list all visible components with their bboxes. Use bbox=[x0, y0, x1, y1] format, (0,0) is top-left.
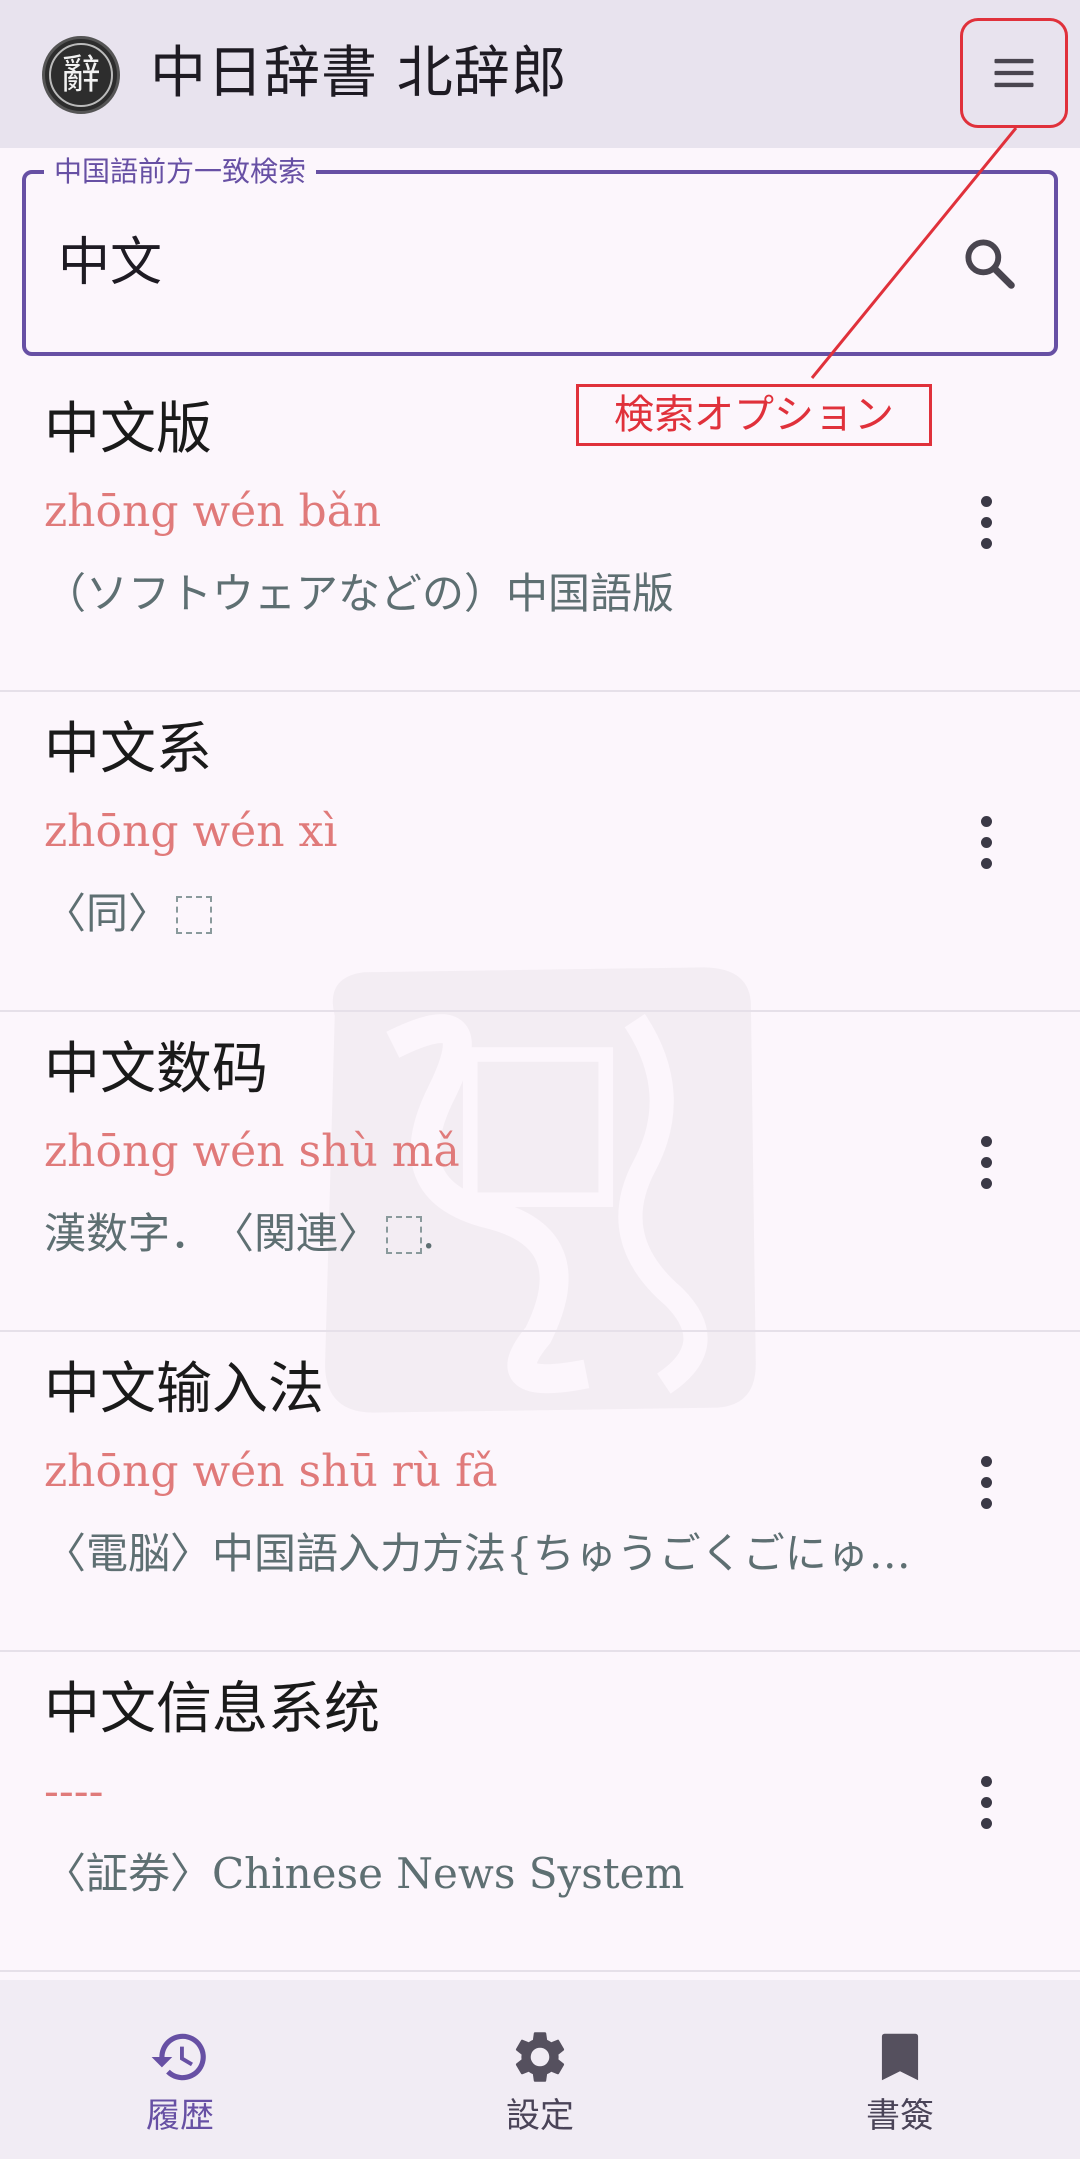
nav-history[interactable]: 履歴 bbox=[0, 1980, 360, 2159]
entry-meaning: （ソフトウェアなどの）中国語版 bbox=[44, 569, 675, 618]
nav-settings-label: 設定 bbox=[506, 2096, 574, 2136]
list-item[interactable]: 中文信息系统 ---- 〈証券〉Chinese News System bbox=[0, 1652, 1080, 1972]
entry-pinyin: zhōng wén bǎn bbox=[44, 486, 382, 537]
entry-meaning: 〈同〉 bbox=[44, 884, 924, 944]
entry-meaning-suffix: . bbox=[422, 1209, 436, 1258]
nav-history-label: 履歴 bbox=[146, 2096, 214, 2136]
app-bar: 辭 中日辞書 北辞郎 bbox=[0, 0, 1080, 148]
missing-glyph-box bbox=[386, 1216, 423, 1254]
app-title: 中日辞書 北辞郎 bbox=[150, 41, 568, 106]
nav-bookmarks-label: 書簽 bbox=[866, 2096, 934, 2136]
search-input[interactable]: 中文 bbox=[58, 228, 162, 298]
more-options-button[interactable] bbox=[966, 1762, 1006, 1842]
entry-pinyin: zhōng wén shù mǎ bbox=[44, 1126, 460, 1177]
entry-headword: 中文版 bbox=[44, 397, 212, 462]
entry-pinyin: zhōng wén shū rù fǎ bbox=[44, 1446, 498, 1497]
more-options-button[interactable] bbox=[966, 1442, 1006, 1522]
app-root: 辭 中日辞書 北辞郎 中国語前方一致検索 中文 中文版 zhōng wén bǎ… bbox=[0, 0, 1080, 2159]
results-list: 中文版 zhōng wén bǎn （ソフトウェアなどの）中国語版 中文系 zh… bbox=[0, 372, 1080, 1972]
more-options-button[interactable] bbox=[966, 482, 1006, 562]
list-item[interactable]: 中文输入法 zhōng wén shū rù fǎ 〈電脳〉中国語入力方法{ちゅ… bbox=[0, 1332, 1080, 1652]
app-logo: 辭 bbox=[42, 36, 120, 114]
entry-meaning: 〈証券〉Chinese News System bbox=[44, 1849, 685, 1898]
logo-character: 辭 bbox=[49, 43, 113, 107]
hamburger-menu-icon bbox=[994, 58, 1034, 88]
more-options-button[interactable] bbox=[966, 1122, 1006, 1202]
search-icon[interactable] bbox=[958, 232, 1022, 296]
entry-pinyin: ---- bbox=[44, 1766, 104, 1817]
list-item[interactable]: 中文数码 zhōng wén shù mǎ 漢数字． 〈関連〉. bbox=[0, 1012, 1080, 1332]
bookmark-icon bbox=[881, 2033, 919, 2081]
entry-meaning-text: 漢数字． 〈関連〉 bbox=[44, 1209, 381, 1258]
entry-headword: 中文数码 bbox=[44, 1037, 268, 1102]
search-options-annotation: 検索オプション bbox=[576, 384, 932, 446]
list-item[interactable]: 中文系 zhōng wén xì 〈同〉 bbox=[0, 692, 1080, 1012]
nav-settings[interactable]: 設定 bbox=[360, 1980, 720, 2159]
entry-headword: 中文系 bbox=[44, 717, 212, 782]
more-options-button[interactable] bbox=[966, 802, 1006, 882]
search-options-menu-button[interactable] bbox=[960, 18, 1068, 128]
entry-meaning: 漢数字． 〈関連〉. bbox=[44, 1204, 924, 1264]
entry-pinyin: zhōng wén xì bbox=[44, 806, 338, 857]
nav-bookmarks[interactable]: 書簽 bbox=[720, 1980, 1080, 2159]
entry-headword: 中文信息系统 bbox=[44, 1677, 380, 1742]
missing-glyph-box bbox=[176, 896, 213, 934]
search-field-label: 中国語前方一致検索 bbox=[44, 152, 317, 192]
entry-meaning-text: 〈同〉 bbox=[44, 889, 171, 938]
search-field[interactable]: 中国語前方一致検索 中文 bbox=[22, 152, 1058, 356]
entry-headword: 中文输入法 bbox=[44, 1357, 324, 1422]
history-icon bbox=[151, 2033, 206, 2081]
bottom-navigation: 履歴 設定 書簽 bbox=[0, 1980, 1080, 2159]
entry-meaning: 〈電脳〉中国語入力方法{ちゅうごくごにゅ… bbox=[44, 1529, 911, 1578]
gear-icon bbox=[515, 2032, 565, 2082]
